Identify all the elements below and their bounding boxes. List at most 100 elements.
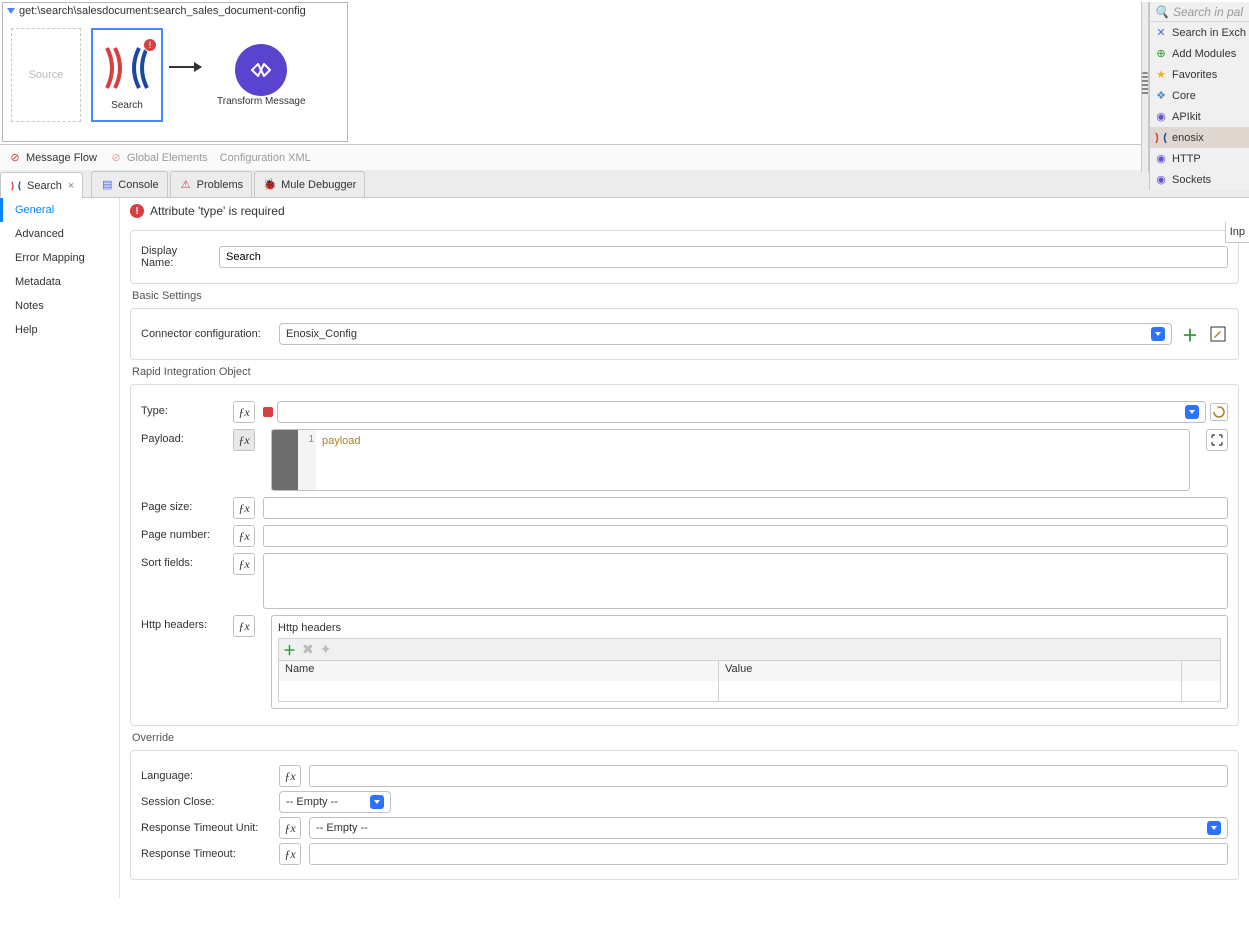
field-error-icon xyxy=(263,407,273,417)
refresh-icon xyxy=(1213,406,1225,418)
tab-global-elements[interactable]: ⊘ Global Elements xyxy=(109,151,208,165)
fx-toggle-pagesize[interactable]: ƒx xyxy=(233,497,255,519)
flow-node-transform[interactable]: Transform Message xyxy=(217,28,306,122)
type-select[interactable] xyxy=(277,401,1206,423)
display-name-input[interactable] xyxy=(219,246,1228,268)
sort-fields-input[interactable] xyxy=(263,553,1228,609)
input-side-tab[interactable]: Inp xyxy=(1225,222,1249,243)
enosix-small-icon xyxy=(9,179,23,193)
exchange-icon: ✕ xyxy=(1154,26,1168,40)
error-icon: ! xyxy=(130,204,144,218)
nav-notes[interactable]: Notes xyxy=(0,294,119,318)
add-config-button[interactable]: ＋ xyxy=(1180,324,1200,344)
view-tab-search[interactable]: Search × xyxy=(0,172,83,198)
connector-config-select[interactable]: Enosix_Config xyxy=(279,323,1172,345)
palette-enosix[interactable]: enosix xyxy=(1150,127,1249,148)
view-tab-problems[interactable]: ⚠ Problems xyxy=(170,171,252,197)
transform-icon xyxy=(235,44,287,96)
vertical-resize-gripper[interactable] xyxy=(1141,2,1149,172)
tab-message-flow[interactable]: ⊘ Message Flow xyxy=(8,151,97,165)
palette-core[interactable]: ❖ Core xyxy=(1150,85,1249,106)
fx-toggle-pagenumber[interactable]: ƒx xyxy=(233,525,255,547)
palette-panel: 🔍 Search in pal ✕ Search in Exch ⊕ Add M… xyxy=(1149,2,1249,190)
nav-help[interactable]: Help xyxy=(0,318,119,342)
sort-fields-label: Sort fields: xyxy=(141,553,225,569)
star-icon: ★ xyxy=(1154,68,1168,82)
error-dot-icon: ⊘ xyxy=(8,151,22,165)
http-headers-table: Name Value xyxy=(278,660,1221,702)
sockets-icon: ◉ xyxy=(1154,173,1168,187)
connector-config-label: Connector configuration: xyxy=(141,328,271,340)
page-size-input[interactable] xyxy=(263,497,1228,519)
http-icon: ◉ xyxy=(1154,152,1168,166)
chevron-down-icon xyxy=(1151,327,1165,341)
flow-title: get:\search\salesdocument:search_sales_d… xyxy=(19,5,306,17)
problems-icon: ⚠ xyxy=(179,178,193,192)
properties-form: ! Attribute 'type' is required Display N… xyxy=(120,198,1249,898)
flow-source-placeholder[interactable]: Source xyxy=(11,28,81,122)
rio-title: Rapid Integration Object xyxy=(132,366,1237,378)
nav-metadata[interactable]: Metadata xyxy=(0,270,119,294)
add-header-button[interactable]: ＋ xyxy=(283,640,296,659)
fx-toggle-httpheaders[interactable]: ƒx xyxy=(233,615,255,637)
tab-configuration-xml[interactable]: Configuration XML xyxy=(220,152,311,164)
resp-timeout-unit-label: Response Timeout Unit: xyxy=(141,822,271,834)
table-row[interactable] xyxy=(279,681,1220,701)
view-tab-console[interactable]: ▤ Console xyxy=(91,171,167,197)
fx-toggle-language[interactable]: ƒx xyxy=(279,765,301,787)
error-dot-icon: ⊘ xyxy=(109,151,123,165)
resp-timeout-unit-select[interactable]: -- Empty -- xyxy=(309,817,1228,839)
palette-search-exchange[interactable]: ✕ Search in Exch xyxy=(1150,22,1249,43)
header-col-name[interactable]: Name xyxy=(279,661,719,681)
canvas-tab-bar: ⊘ Message Flow ⊘ Global Elements Configu… xyxy=(0,144,1145,170)
payload-editor[interactable]: 1 payload xyxy=(271,429,1190,491)
fx-toggle-sortfields[interactable]: ƒx xyxy=(233,553,255,575)
error-badge-icon: ! xyxy=(143,38,157,52)
resp-timeout-input[interactable] xyxy=(309,843,1228,865)
palette-favorites[interactable]: ★ Favorites xyxy=(1150,64,1249,85)
header-col-value[interactable]: Value xyxy=(719,661,1182,681)
flow-canvas[interactable]: get:\search\salesdocument:search_sales_d… xyxy=(2,2,348,142)
fx-toggle-type[interactable]: ƒx xyxy=(233,401,255,423)
fx-toggle-rtu[interactable]: ƒx xyxy=(279,817,301,839)
chevron-down-icon xyxy=(1207,821,1221,835)
nav-error-mapping[interactable]: Error Mapping xyxy=(0,246,119,270)
language-input[interactable] xyxy=(309,765,1228,787)
collapse-triangle-icon[interactable] xyxy=(7,8,15,14)
http-headers-panel: Http headers ＋ ✖ ✦ Name Value xyxy=(271,615,1228,709)
nav-advanced[interactable]: Advanced xyxy=(0,222,119,246)
flow-header: get:\search\salesdocument:search_sales_d… xyxy=(3,3,347,19)
page-number-input[interactable] xyxy=(263,525,1228,547)
expand-icon xyxy=(1210,433,1224,447)
type-label: Type: xyxy=(141,401,225,417)
apikit-icon: ◉ xyxy=(1154,110,1168,124)
palette-apikit[interactable]: ◉ APIkit xyxy=(1150,106,1249,127)
search-icon: 🔍 xyxy=(1154,5,1169,19)
palette-add-modules[interactable]: ⊕ Add Modules xyxy=(1150,43,1249,64)
remove-header-button[interactable]: ✖ xyxy=(302,641,314,658)
edit-config-button[interactable] xyxy=(1208,324,1228,344)
validation-error-banner: ! Attribute 'type' is required xyxy=(120,198,1249,224)
close-icon[interactable]: × xyxy=(68,180,74,192)
clear-headers-button[interactable]: ✦ xyxy=(320,641,332,658)
language-label: Language: xyxy=(141,770,271,782)
palette-http[interactable]: ◉ HTTP xyxy=(1150,148,1249,169)
nav-general[interactable]: General xyxy=(0,198,119,222)
flow-arrow-icon xyxy=(169,66,201,68)
pencil-icon xyxy=(1210,326,1226,342)
refresh-button[interactable] xyxy=(1210,403,1228,421)
payload-label: Payload: xyxy=(141,429,225,445)
fx-toggle-payload[interactable]: ƒx xyxy=(233,429,255,451)
fx-toggle-rt[interactable]: ƒx xyxy=(279,843,301,865)
chevron-down-icon xyxy=(1185,405,1199,419)
resp-timeout-label: Response Timeout: xyxy=(141,848,271,860)
palette-search[interactable]: 🔍 Search in pal xyxy=(1150,2,1249,22)
palette-sockets[interactable]: ◉ Sockets xyxy=(1150,169,1249,190)
console-icon: ▤ xyxy=(100,178,114,192)
properties-side-nav: General Advanced Error Mapping Metadata … xyxy=(0,198,120,898)
expand-editor-button[interactable] xyxy=(1206,429,1228,451)
session-close-select[interactable]: -- Empty -- xyxy=(279,791,391,813)
http-headers-label: Http headers: xyxy=(141,615,225,631)
flow-node-search[interactable]: ! Search xyxy=(91,28,163,122)
view-tab-mule-debugger[interactable]: 🐞 Mule Debugger xyxy=(254,171,365,197)
